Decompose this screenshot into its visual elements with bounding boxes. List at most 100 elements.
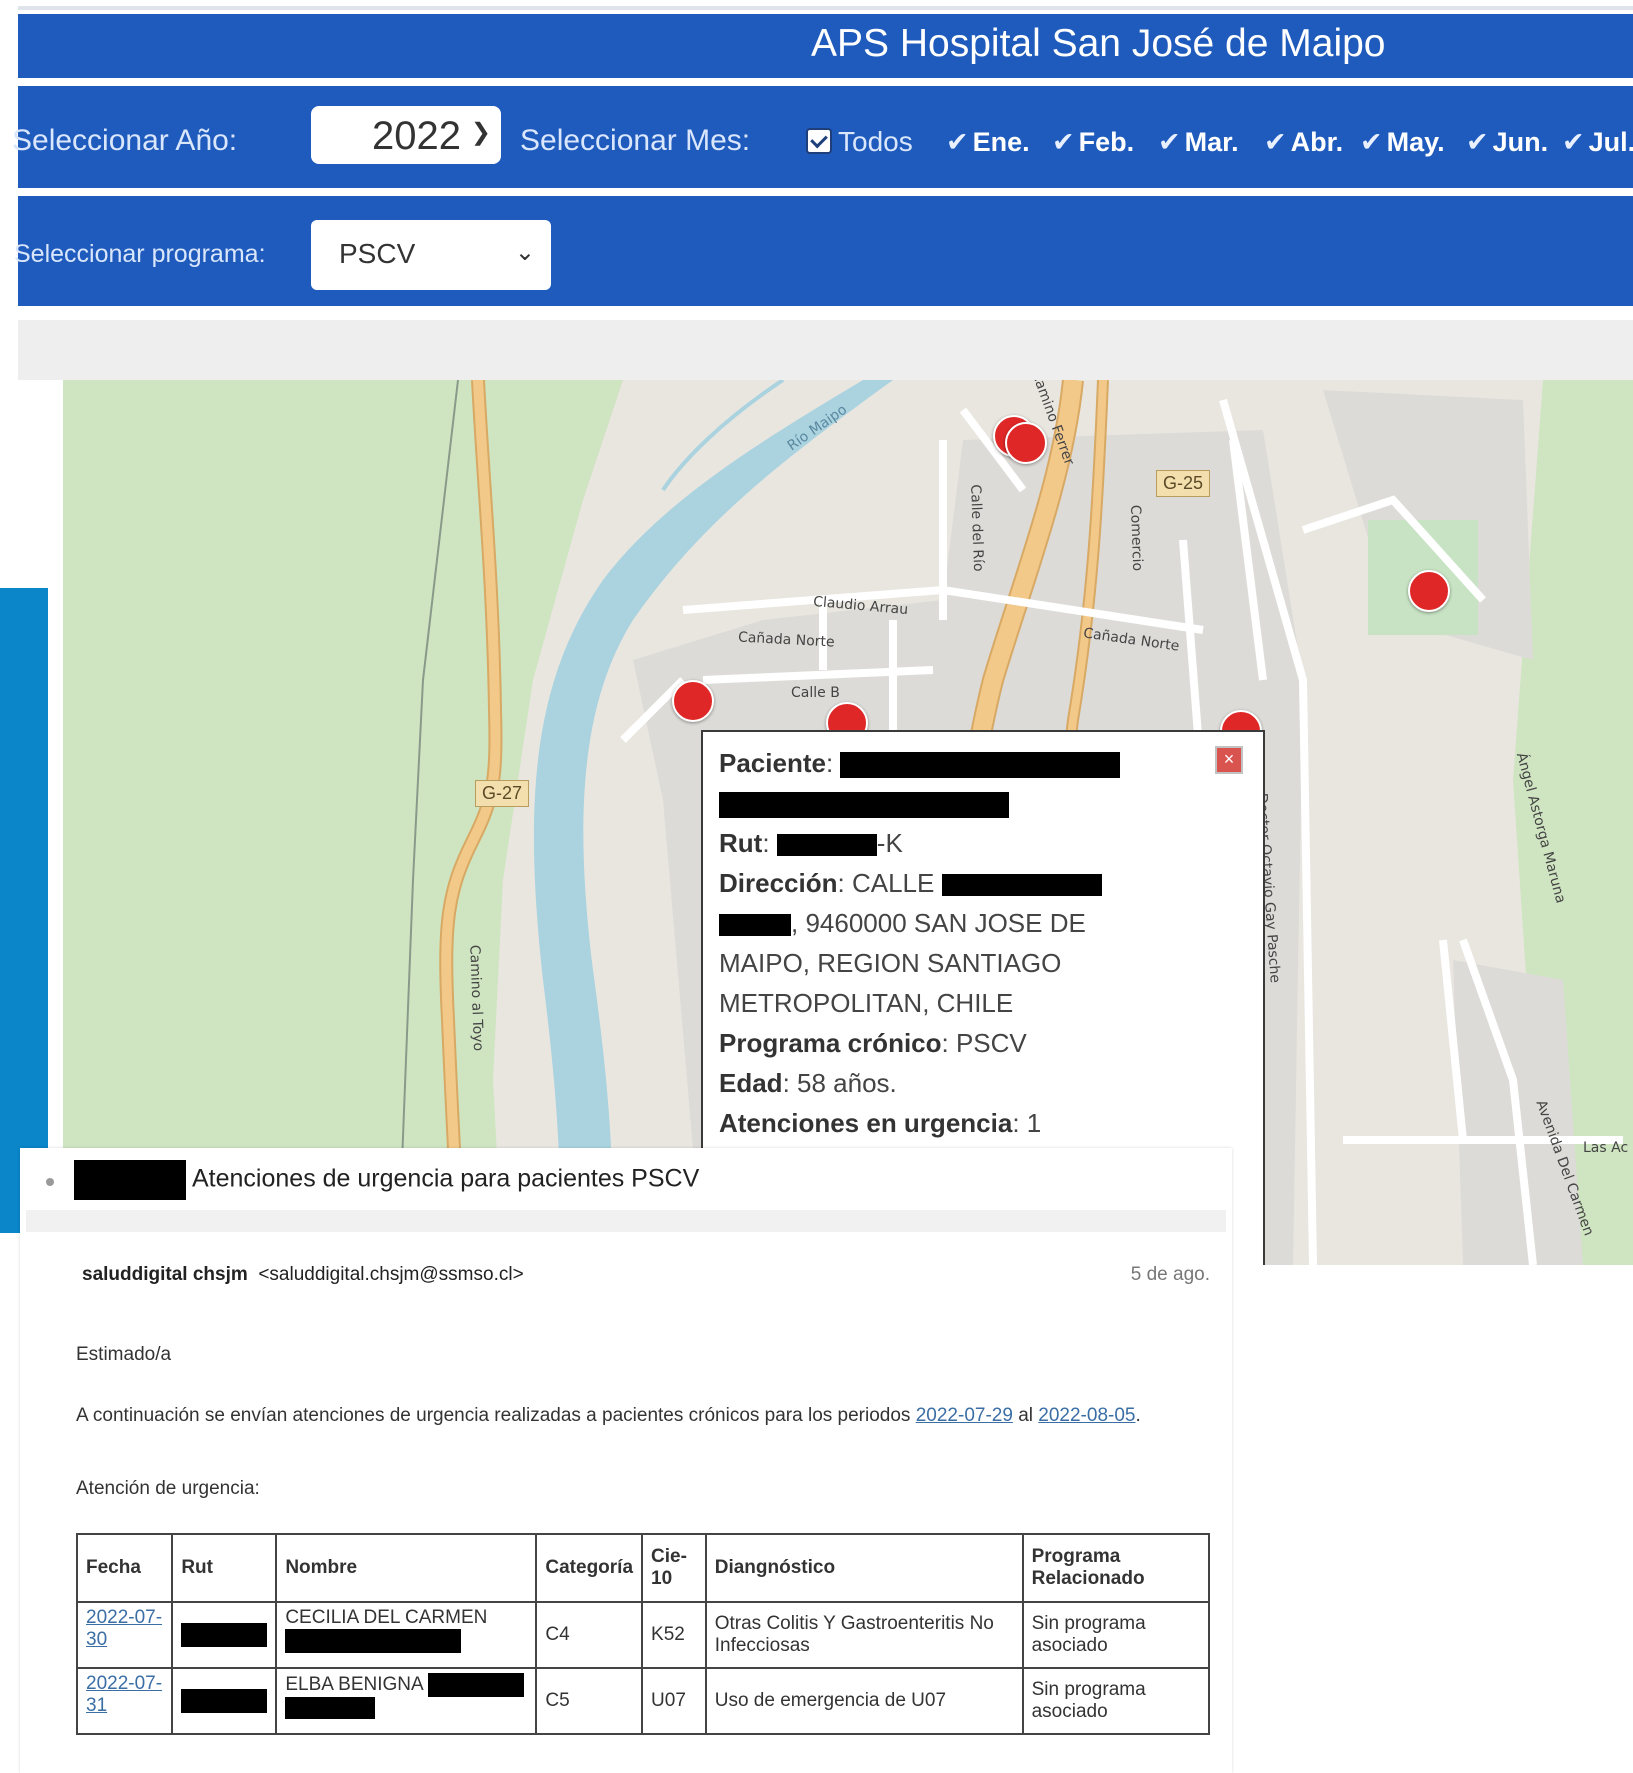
- month-label-jun: Jun.: [1492, 127, 1549, 157]
- programa-cell: Sin programa asociado: [1021, 1667, 1211, 1735]
- popup-direccion: Dirección: CALLE: [719, 868, 1102, 899]
- month-checkbox-feb[interactable]: ✔ Feb.: [1052, 127, 1134, 158]
- edad-value: 58 años.: [797, 1068, 897, 1098]
- email-subject-text: Atenciones de urgencia para pacientes PS…: [192, 1164, 700, 1193]
- chevron-down-icon: ❯: [470, 119, 491, 146]
- month-label-jul: Jul.: [1588, 127, 1633, 157]
- patient-marker[interactable]: [1408, 570, 1450, 612]
- popup-atenciones: Atenciones en urgencia: 1: [719, 1108, 1042, 1138]
- date-from-link[interactable]: 2022-07-29: [916, 1405, 1013, 1426]
- direccion-start: CALLE: [851, 868, 935, 898]
- table-row: 2022-07-31 ELBA BENIGNA C5 U07 Uso de em…: [75, 1667, 1211, 1735]
- check-icon: ✔: [1360, 127, 1383, 157]
- filter-bar-program: Seleccionar programa: PSCV ⌄: [14, 196, 1633, 306]
- month-todos-checkbox[interactable]: Todos: [806, 126, 913, 158]
- month-label-may: May.: [1386, 127, 1445, 157]
- map-view[interactable]: Río Maipo G-25 G-27 Camino al Toyo Claud…: [63, 380, 1633, 1265]
- direccion-line2: , 9460000 SAN JOSE DE: [791, 908, 1086, 938]
- map-label-comercio: Comercio: [1126, 504, 1146, 572]
- popup-direccion-3: MAIPO, REGION SANTIAGO: [719, 948, 1062, 978]
- chevron-down-icon: ⌄: [514, 239, 535, 266]
- col-header-diagnostico: Diangnóstico: [704, 1533, 1024, 1603]
- checkbox-checked-icon: [806, 127, 832, 154]
- popup-rut: Rut: -K: [719, 828, 903, 858]
- email-panel: Atenciones de urgencia para pacientes PS…: [20, 1148, 1232, 1773]
- check-icon: ✔: [1466, 127, 1489, 157]
- map-label-calle-del-rio: Calle del Río: [967, 484, 987, 572]
- date-to-link[interactable]: 2022-08-05: [1038, 1405, 1135, 1426]
- redacted-rut: [776, 834, 877, 857]
- atenciones-label: Atenciones en urgencia: [719, 1108, 1013, 1138]
- col-header-programa: Programa Relacionado: [1021, 1533, 1211, 1603]
- left-accent-bar: [0, 588, 48, 1233]
- fecha-link[interactable]: 2022-07-31: [86, 1673, 162, 1716]
- atenciones-value: 1: [1026, 1108, 1042, 1138]
- email-divider: [26, 1210, 1226, 1232]
- popup-edad: Edad: 58 años.: [719, 1068, 897, 1098]
- patient-marker[interactable]: [672, 680, 714, 722]
- month-checkbox-abr[interactable]: ✔ Abr.: [1264, 127, 1343, 158]
- redacted-rut: [181, 1623, 268, 1647]
- map-top-band: [18, 320, 1633, 380]
- email-subject: Atenciones de urgencia para pacientes PS…: [74, 1160, 699, 1200]
- month-label-abr: Abr.: [1290, 127, 1344, 157]
- month-label: Seleccionar Mes:: [520, 124, 751, 157]
- patient-marker[interactable]: [1005, 422, 1047, 464]
- redacted-name: [285, 1697, 376, 1719]
- month-checkbox-jul[interactable]: ✔ Jul.: [1562, 127, 1633, 158]
- year-select[interactable]: 2022 ❯: [311, 106, 501, 164]
- todos-label: Todos: [838, 126, 913, 157]
- fecha-link[interactable]: 2022-07-30: [86, 1607, 162, 1650]
- year-label: Seleccionar Año:: [12, 124, 238, 157]
- col-header-fecha: Fecha: [75, 1533, 174, 1603]
- popup-paciente: Paciente:: [719, 748, 1121, 779]
- month-checkbox-mar[interactable]: ✔ Mar.: [1158, 127, 1239, 158]
- connector-text: al: [1018, 1405, 1033, 1426]
- sender-email: <saluddigital.chsjm@ssmso.cl>: [258, 1264, 524, 1285]
- categoria-cell: C4: [535, 1601, 644, 1669]
- paciente-label: Paciente: [719, 748, 826, 778]
- nombre-cell: ELBA BENIGNA: [285, 1674, 424, 1696]
- table-row: 2022-07-30 CECILIA DEL CARMEN C4 K52 Otr…: [75, 1601, 1211, 1669]
- popup-direccion-2: , 9460000 SAN JOSE DE: [719, 908, 1086, 939]
- month-checkbox-may[interactable]: ✔ May.: [1360, 127, 1445, 158]
- col-header-cie10: Cie-10: [641, 1533, 707, 1603]
- popup-direccion-4: METROPOLITAN, CHILE: [719, 988, 1014, 1018]
- popup-programa: Programa crónico: PSCV: [719, 1028, 1027, 1058]
- nombre-cell: CECILIA DEL CARMEN: [285, 1607, 488, 1628]
- map-label-calle-b: Calle B: [791, 685, 840, 701]
- redacted-name: [719, 792, 1009, 819]
- body-text: A continuación se envían atenciones de u…: [76, 1405, 911, 1426]
- rut-suffix: -K: [876, 828, 903, 858]
- month-checkbox-jun[interactable]: ✔ Jun.: [1466, 127, 1548, 158]
- redacted-name: [427, 1673, 524, 1697]
- month-label-mar: Mar.: [1184, 127, 1239, 157]
- popup-paciente-cont: [719, 788, 1009, 819]
- col-header-nombre: Nombre: [275, 1533, 538, 1603]
- programa-value: PSCV: [955, 1028, 1027, 1058]
- map-label-las-acacias: Las Ac: [1583, 1140, 1629, 1156]
- categoria-cell: C5: [535, 1667, 644, 1735]
- page-title: APS Hospital San José de Maipo: [811, 22, 1386, 65]
- cie10-cell: K52: [641, 1601, 707, 1669]
- dashboard: APS Hospital San José de Maipo Seleccion…: [12, 0, 1633, 1265]
- email-sender[interactable]: saluddigital chsjm <saluddigital.chsjm@s…: [82, 1264, 524, 1286]
- top-divider: [18, 6, 1633, 10]
- year-select-value: 2022: [372, 114, 461, 158]
- cie10-cell: U07: [641, 1667, 707, 1735]
- redacted-address: [941, 874, 1102, 897]
- month-label-ene: Ene.: [972, 127, 1030, 157]
- filter-bar-year-month: Seleccionar Año: 2022 ❯ Seleccionar Mes:…: [12, 86, 1633, 188]
- diagnostico-cell: Otras Colitis Y Gastroenteritis No Infec…: [704, 1601, 1024, 1669]
- program-select[interactable]: PSCV ⌄: [311, 220, 551, 290]
- redacted-tag: [74, 1160, 186, 1200]
- check-icon: ✔: [946, 127, 969, 157]
- programa-label: Programa crónico: [719, 1028, 942, 1058]
- map-shield-g27: G-27: [475, 780, 530, 807]
- section-title: Atención de urgencia:: [76, 1478, 260, 1499]
- close-icon[interactable]: ×: [1215, 746, 1243, 774]
- check-icon: ✔: [1562, 127, 1585, 157]
- month-checkbox-ene[interactable]: ✔ Ene.: [946, 127, 1030, 158]
- table-header-row: Fecha Rut Nombre Categoría Cie-10 Diangn…: [75, 1533, 1211, 1603]
- redacted-name: [840, 752, 1121, 779]
